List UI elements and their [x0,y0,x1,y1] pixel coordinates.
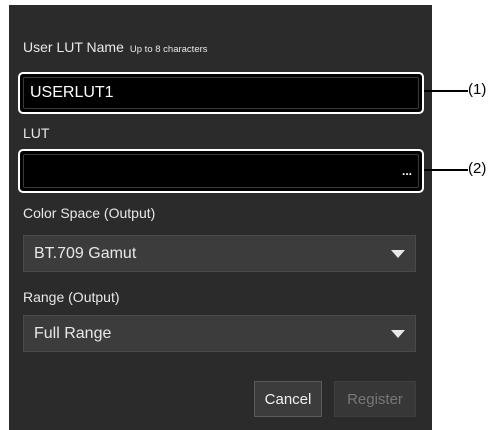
user-lut-name-value: USERLUT1 [30,84,114,101]
range-select[interactable]: Full Range [23,315,416,352]
lut-label: LUT [23,125,50,141]
callout-1-leader [424,90,468,92]
chevron-down-icon [391,329,405,338]
callout-2-label: (2) [468,160,487,177]
callout-1-label: (1) [468,81,487,98]
color-space-select[interactable]: BT.709 Gamut [23,235,416,272]
user-lut-name-title: User LUT Name [23,39,124,55]
chevron-down-icon [391,249,405,258]
user-lut-name-field[interactable]: USERLUT1 [18,72,424,114]
lut-file-field[interactable]: ... [18,149,424,193]
range-label: Range (Output) [23,289,120,305]
range-selected: Full Range [34,324,112,342]
ellipsis-icon[interactable]: ... [402,151,412,191]
cancel-button[interactable]: Cancel [254,381,322,417]
user-lut-name-label: User LUT Name Up to 8 characters [23,38,208,59]
color-space-selected: BT.709 Gamut [34,244,137,262]
callout-2-leader [424,169,468,171]
lut-input-box [23,154,419,188]
color-space-label: Color Space (Output) [23,205,156,221]
user-lut-dialog: User LUT Name Up to 8 characters USERLUT1… [9,5,432,430]
register-button[interactable]: Register [334,381,416,417]
user-lut-name-hint: Up to 8 characters [129,44,208,55]
